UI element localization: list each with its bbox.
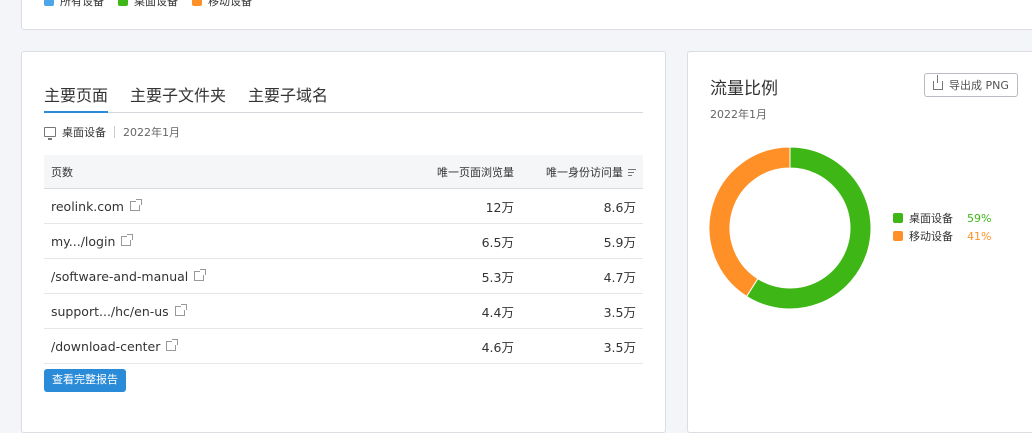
table-row: support.../hc/en-us 4.4万 3.5万 [44, 293, 643, 329]
table-row: /download-center 4.6万 3.5万 [44, 328, 643, 364]
monitor-icon [44, 127, 56, 140]
report-date: 2022年1月 [123, 126, 180, 139]
divider [114, 126, 115, 138]
col-unique-visitors[interactable]: 唯一身份访问量 [515, 155, 643, 189]
tab-top-subdomains[interactable]: 主要子域名 [248, 82, 328, 112]
page-link[interactable]: my.../login [51, 234, 115, 249]
card-title: 流量比例 [710, 79, 778, 99]
card-date: 2022年1月 [710, 108, 767, 121]
table-header-row: 页数 唯一页面浏览量 唯一身份访问量 [44, 155, 643, 189]
share-value: 41% [967, 229, 992, 243]
page-link[interactable]: /software-and-manual [51, 269, 188, 284]
device-filter-card: 所有设备 桌面设备 移动设备 [21, 0, 1032, 30]
pageviews-value: 4.6万 [373, 328, 515, 364]
legend-all-devices[interactable]: 所有设备 [44, 0, 104, 9]
device-legend: 所有设备 桌面设备 移动设备 [44, 0, 252, 9]
visitors-value: 3.5万 [515, 293, 643, 329]
pageviews-value: 5.3万 [373, 258, 515, 294]
tab-top-subfolders[interactable]: 主要子文件夹 [130, 82, 226, 112]
pageviews-value: 12万 [373, 188, 515, 224]
table-row: my.../login 6.5万 5.9万 [44, 223, 643, 259]
legend-item-mobile: 移动设备 41% [893, 227, 991, 245]
external-link-icon[interactable] [174, 303, 187, 316]
top-pages-card: 主要页面 主要子文件夹 主要子域名 桌面设备 2022年1月 页数 唯一页面浏览… [21, 51, 666, 433]
visitors-value: 5.9万 [515, 223, 643, 259]
external-link-icon[interactable] [121, 233, 134, 246]
device-label: 桌面设备 [62, 126, 106, 139]
export-icon [933, 74, 943, 90]
external-link-icon[interactable] [129, 198, 142, 211]
report-meta: 桌面设备 2022年1月 [44, 124, 180, 140]
table-row: /software-and-manual 5.3万 4.7万 [44, 258, 643, 294]
legend-desktop[interactable]: 桌面设备 [118, 0, 178, 9]
traffic-donut-chart [708, 146, 872, 310]
export-png-button[interactable]: 导出成 PNG [924, 73, 1018, 97]
swatch-icon [893, 231, 903, 241]
swatch-icon [44, 0, 54, 6]
pages-table: 页数 唯一页面浏览量 唯一身份访问量 reolink.com 12万 8.6万 … [44, 155, 643, 364]
legend-item-desktop: 桌面设备 59% [893, 209, 991, 227]
page-link[interactable]: /download-center [51, 339, 160, 354]
external-link-icon[interactable] [166, 338, 179, 351]
donut-legend: 桌面设备 59% 移动设备 41% [893, 209, 991, 245]
pageviews-value: 6.5万 [373, 223, 515, 259]
share-value: 59% [967, 211, 992, 225]
page-link[interactable]: support.../hc/en-us [51, 304, 169, 319]
tab-top-pages[interactable]: 主要页面 [44, 82, 109, 113]
donut-slice-mobile[interactable] [708, 146, 791, 298]
visitors-value: 3.5万 [515, 328, 643, 364]
visitors-value: 8.6万 [515, 188, 643, 224]
pageviews-value: 4.4万 [373, 293, 515, 329]
table-row: reolink.com 12万 8.6万 [44, 188, 643, 224]
col-unique-pageviews[interactable]: 唯一页面浏览量 [373, 155, 515, 189]
view-full-report-button[interactable]: 查看完整报告 [44, 369, 126, 392]
visitors-value: 4.7万 [515, 258, 643, 294]
page-link[interactable]: reolink.com [51, 199, 124, 214]
legend-mobile[interactable]: 移动设备 [192, 0, 252, 9]
traffic-share-card: 流量比例 2022年1月 导出成 PNG 桌面设备 59% 移动设备 41% [687, 51, 1032, 433]
external-link-icon[interactable] [194, 268, 207, 281]
swatch-icon [118, 0, 128, 6]
swatch-icon [192, 0, 202, 6]
tab-bar: 主要页面 主要子文件夹 主要子域名 [44, 82, 643, 113]
sort-icon[interactable] [628, 167, 636, 178]
col-page[interactable]: 页数 [44, 155, 373, 189]
swatch-icon [893, 213, 903, 223]
